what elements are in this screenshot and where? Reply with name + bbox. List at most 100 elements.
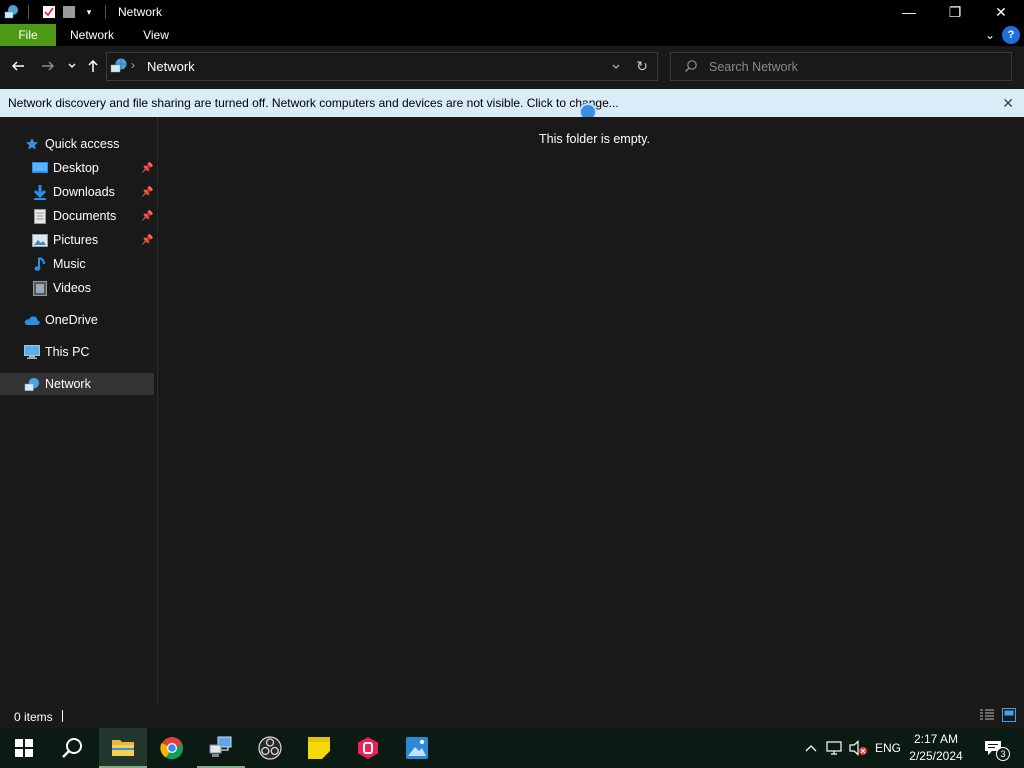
navigation-bar: › Network ↻ — [0, 46, 1024, 88]
item-count: 0 items — [14, 710, 53, 724]
sidebar-item-onedrive[interactable]: OneDrive — [24, 309, 154, 331]
toolbar-divider — [28, 5, 29, 19]
taskbar-file-explorer[interactable] — [99, 728, 147, 768]
computer-icon — [24, 344, 40, 360]
clock-date: 2/25/2024 — [909, 749, 963, 763]
back-arrow-icon — [11, 61, 24, 71]
breadcrumb-separator-icon: › — [131, 58, 135, 72]
pin-icon: 📌 — [141, 211, 154, 222]
taskbar: ENG 2:17 AM 2/25/2024 3 — [0, 728, 1024, 768]
pin-icon: 📌 — [141, 163, 154, 174]
network-status-icon — [826, 741, 842, 755]
sticky-notes-icon — [308, 737, 330, 759]
sidebar-item-downloads[interactable]: Downloads — [32, 181, 154, 203]
taskbar-network-app[interactable] — [197, 728, 245, 768]
search-input[interactable] — [709, 58, 999, 76]
taskbar-sticky-notes[interactable] — [295, 728, 343, 768]
expand-ribbon-chevron-icon[interactable]: ⌄ — [980, 28, 1000, 42]
window-title: Network — [118, 5, 163, 19]
customize-toolbar-dropdown-icon[interactable]: ▾ — [81, 4, 97, 20]
toolbar-divider — [105, 5, 106, 19]
forward-arrow-icon — [42, 61, 55, 71]
taskbar-photos[interactable] — [393, 728, 441, 768]
music-folder-icon — [32, 256, 48, 272]
start-button[interactable] — [0, 728, 48, 768]
sidebar-item-documents[interactable]: Documents — [32, 205, 154, 227]
input-language-button[interactable]: ENG — [872, 728, 904, 768]
notifications-icon: 3 — [984, 740, 1010, 761]
sidebar-item-label: This PC — [45, 345, 90, 359]
properties-icon[interactable] — [41, 4, 57, 20]
infobar-message[interactable]: Network discovery and file sharing are t… — [8, 96, 619, 110]
status-divider — [62, 710, 63, 722]
minimize-button[interactable]: — — [886, 0, 932, 24]
tab-network[interactable]: Network — [58, 24, 126, 46]
cloud-icon — [24, 312, 40, 328]
network-icon — [24, 376, 40, 392]
sidebar-item-network[interactable]: Network — [0, 373, 154, 395]
close-infobar-icon[interactable]: ✕ — [1002, 95, 1014, 112]
details-view-icon[interactable] — [980, 709, 994, 724]
app-red-icon — [358, 737, 378, 759]
address-bar[interactable]: › Network ↻ — [106, 52, 658, 81]
empty-folder-message: This folder is empty. — [539, 132, 650, 146]
sidebar-item-desktop[interactable]: Desktop — [32, 157, 154, 179]
refresh-icon[interactable]: ↻ — [636, 58, 648, 75]
videos-folder-icon — [32, 280, 48, 296]
pin-icon: 📌 — [141, 235, 154, 246]
action-center-button[interactable]: 3 — [978, 728, 1010, 768]
show-hidden-icons-button[interactable] — [801, 728, 821, 768]
sidebar-item-label: Desktop — [53, 161, 99, 175]
breadcrumb[interactable]: Network — [147, 59, 195, 74]
network-discovery-infobar[interactable]: Network discovery and file sharing are t… — [0, 89, 1024, 121]
sidebar-item-label: Quick access — [45, 137, 120, 151]
back-button[interactable] — [8, 56, 28, 76]
search-button[interactable] — [48, 728, 96, 768]
recent-locations-button[interactable] — [62, 56, 82, 76]
sidebar-item-label: Documents — [53, 209, 117, 223]
chevron-up-icon — [805, 745, 817, 752]
network-app-icon — [209, 736, 232, 757]
file-list-view[interactable]: This folder is empty. — [159, 117, 1024, 704]
clock[interactable]: 2:17 AM 2/25/2024 — [906, 731, 966, 765]
tab-file[interactable]: File — [0, 24, 56, 46]
close-button[interactable]: ✕ — [978, 0, 1024, 24]
maximize-button[interactable]: ❐ — [932, 0, 978, 24]
network-status-button[interactable] — [824, 728, 846, 768]
sidebar-item-label: OneDrive — [45, 313, 98, 327]
network-icon[interactable] — [4, 4, 20, 20]
forward-button[interactable] — [38, 56, 58, 76]
sidebar-item-label: Downloads — [53, 185, 115, 199]
chrome-icon — [160, 737, 184, 760]
taskbar-obs[interactable] — [246, 728, 294, 768]
taskbar-red-app[interactable] — [344, 728, 392, 768]
sidebar-item-this-pc[interactable]: This PC — [24, 341, 154, 363]
sidebar-item-quick-access[interactable]: Quick access — [24, 133, 154, 155]
new-folder-icon[interactable] — [61, 4, 77, 20]
large-icons-view-icon[interactable] — [1002, 708, 1016, 725]
ribbon-tabs: File Network View ⌄ ? — [0, 24, 1024, 46]
sidebar-item-pictures[interactable]: Pictures — [32, 229, 154, 251]
taskbar-chrome[interactable] — [148, 728, 196, 768]
address-history-dropdown-icon[interactable] — [611, 61, 621, 75]
tab-view[interactable]: View — [132, 24, 180, 46]
photos-icon — [406, 737, 428, 759]
sidebar-item-videos[interactable]: Videos — [32, 277, 154, 299]
sidebar-item-label: Videos — [53, 281, 91, 295]
search-box[interactable] — [670, 52, 1012, 81]
sidebar-item-music[interactable]: Music — [32, 253, 154, 275]
status-bar: 0 items — [0, 704, 1024, 728]
file-explorer-icon — [112, 740, 134, 756]
up-arrow-icon — [88, 59, 98, 72]
help-icon[interactable]: ? — [1002, 26, 1020, 44]
star-icon — [24, 136, 40, 152]
chevron-down-icon — [68, 63, 76, 68]
network-icon — [110, 58, 128, 77]
notification-count-badge: 3 — [996, 747, 1010, 761]
up-button[interactable] — [83, 56, 103, 76]
downloads-folder-icon — [32, 184, 48, 200]
clock-time: 2:17 AM — [913, 732, 959, 746]
title-bar: ▾ Network — ❐ ✕ — [0, 0, 1024, 24]
volume-muted-icon — [849, 740, 867, 756]
volume-button[interactable] — [848, 728, 870, 768]
